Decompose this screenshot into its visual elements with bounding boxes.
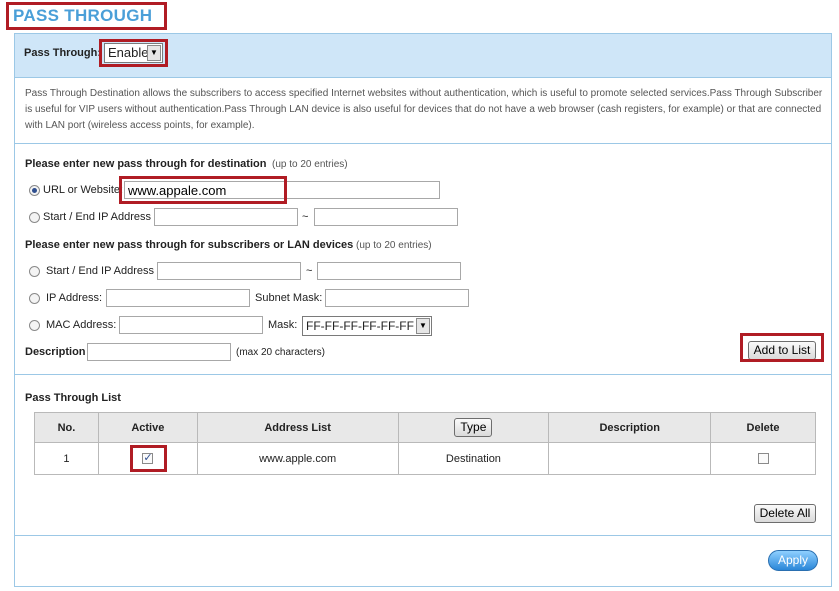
mac-label: MAC Address:	[46, 319, 117, 331]
type-sort-button[interactable]: Type	[454, 418, 493, 437]
row-no: 1	[34, 442, 99, 475]
destination-limit: (up to 20 entries)	[272, 159, 348, 170]
subnet-mask-input[interactable]	[325, 289, 469, 307]
mac-input[interactable]	[119, 316, 263, 334]
mask-select-value: FF-FF-FF-FF-FF-FF	[306, 319, 414, 333]
destination-heading: Please enter new pass through for destin…	[25, 158, 267, 170]
table-header-row: No. Active Address List Type Description…	[34, 412, 816, 443]
row-delete-cell	[710, 442, 816, 475]
url-highlight	[119, 176, 287, 204]
col-no: No.	[34, 412, 99, 443]
delete-all-button[interactable]: Delete All	[754, 504, 816, 523]
subscribers-limit: (up to 20 entries)	[356, 240, 432, 251]
sub-ip-range-radio[interactable]	[29, 266, 40, 277]
title-highlight	[6, 2, 167, 30]
dest-end-ip-input[interactable]	[314, 208, 458, 226]
sub-end-ip-input[interactable]	[317, 262, 461, 280]
sub-ip-range-label: Start / End IP Address	[46, 265, 155, 277]
col-description: Description	[548, 412, 712, 443]
sub-ip-radio[interactable]	[29, 293, 40, 304]
pass-through-label: Pass Through:	[24, 47, 102, 59]
description-text: Pass Through Destination allows the subs…	[25, 88, 823, 131]
subnet-label: Subnet Mask:	[255, 292, 323, 304]
select-highlight	[99, 39, 168, 67]
mask-label: Mask:	[268, 319, 298, 331]
row-description	[548, 442, 712, 475]
col-delete: Delete	[710, 412, 816, 443]
col-active: Active	[97, 412, 198, 443]
sub-ip-separator: ~	[306, 265, 313, 277]
mask-select[interactable]: FF-FF-FF-FF-FF-FF ▼	[302, 316, 432, 336]
sub-start-ip-input[interactable]	[157, 262, 301, 280]
row-address: www.apple.com	[196, 442, 399, 475]
delete-checkbox[interactable]	[757, 453, 769, 465]
col-address: Address List	[196, 412, 399, 443]
col-type: Type	[397, 412, 550, 443]
list-heading: Pass Through List	[25, 392, 121, 404]
add-button-highlight	[740, 333, 824, 362]
subscribers-heading: Please enter new pass through for subscr…	[25, 239, 354, 251]
dest-ip-label: Start / End IP Address	[43, 211, 152, 223]
chevron-down-icon: ▼	[416, 318, 430, 334]
url-label: URL or Website:	[43, 184, 124, 196]
mac-radio[interactable]	[29, 320, 40, 331]
url-radio[interactable]	[29, 185, 40, 196]
dest-ip-radio[interactable]	[29, 212, 40, 223]
sub-ip-input[interactable]	[106, 289, 250, 307]
sub-ip-label: IP Address:	[46, 292, 103, 304]
row-type: Destination	[397, 442, 550, 475]
description-hint: (max 20 characters)	[236, 347, 325, 358]
description-label: Description	[25, 346, 86, 358]
dest-ip-separator: ~	[302, 211, 309, 223]
apply-button[interactable]: Apply	[768, 550, 818, 571]
description-input[interactable]	[87, 343, 231, 361]
active-highlight	[130, 445, 167, 472]
dest-start-ip-input[interactable]	[154, 208, 298, 226]
